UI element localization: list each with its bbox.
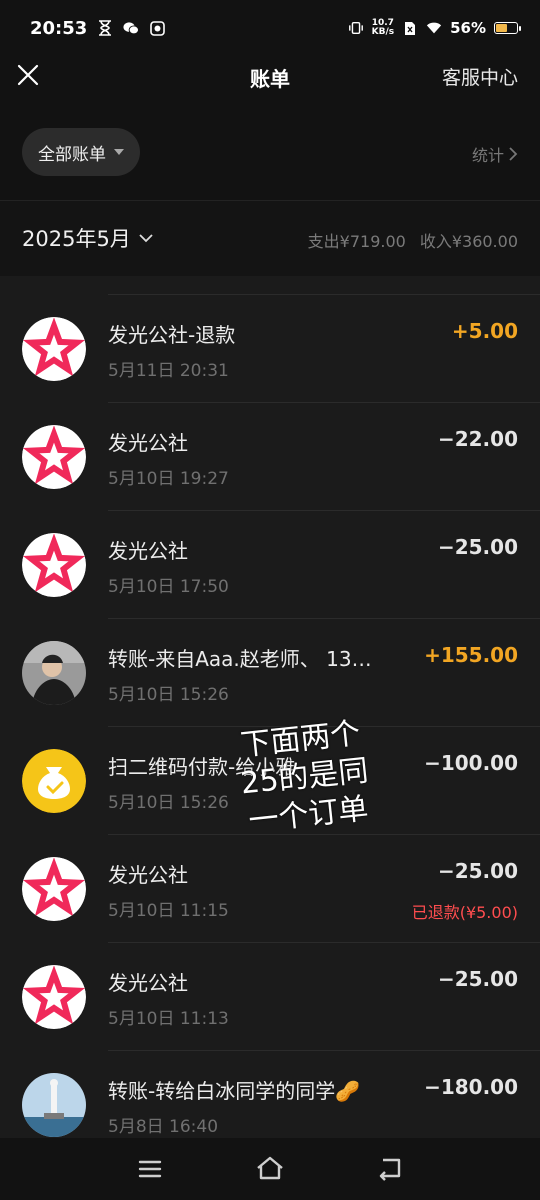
- transaction-title: 发光公社: [108, 431, 188, 455]
- transaction-row[interactable]: 发光公社 5月10日 11:13 −25.00: [0, 943, 540, 1051]
- transaction-time: 5月10日 15:26: [108, 685, 229, 705]
- chevron-right-icon: [509, 147, 518, 161]
- wifi-icon: [426, 20, 442, 36]
- statue-avatar-icon: [22, 1073, 86, 1137]
- star-logo-icon: [22, 533, 86, 597]
- gallery-icon: [149, 20, 165, 36]
- all-bills-dropdown[interactable]: 全部账单: [22, 128, 140, 176]
- money-bag-icon: [22, 749, 86, 813]
- month-label: 2025年5月: [22, 227, 131, 251]
- transaction-amount: −25.00: [437, 535, 518, 559]
- transaction-list[interactable]: 发光公社-退款 5月11日 20:31 +5.00 发光公社 5月10日 19:27 −2…: [0, 276, 540, 1138]
- hourglass-icon: [97, 20, 113, 36]
- transaction-title: 转账-来自Aaa.赵老师、 13…: [108, 647, 372, 671]
- chevron-down-icon: [139, 234, 153, 243]
- transaction-row[interactable]: 发光公社-退款 5月11日 20:31 +5.00: [0, 295, 540, 403]
- stats-link[interactable]: 统计: [472, 142, 518, 166]
- transaction-time: 5月8日 16:40: [108, 1117, 219, 1137]
- filter-bar: 全部账单 统计: [0, 100, 540, 200]
- transaction-amount: −25.00: [437, 967, 518, 991]
- star-logo-icon: [22, 965, 86, 1029]
- transaction-time: 5月10日 15:26: [108, 793, 229, 813]
- transaction-row[interactable]: 发光公社 5月10日 17:50 −25.00: [0, 511, 540, 619]
- star-logo-icon: [22, 317, 86, 381]
- transaction-title: 发光公社-退款: [108, 323, 236, 347]
- refund-note: 已退款(¥5.00): [411, 903, 518, 922]
- network-speed: 10.7 KB/s: [371, 18, 395, 37]
- back-icon[interactable]: [375, 1154, 405, 1184]
- transaction-time: 5月10日 11:13: [108, 1009, 229, 1029]
- transaction-amount: −22.00: [437, 427, 518, 451]
- transaction-amount: −100.00: [424, 751, 518, 775]
- month-selector[interactable]: 2025年5月: [22, 223, 153, 253]
- system-nav-bar: [0, 1138, 540, 1200]
- person-avatar-icon: [22, 641, 86, 705]
- stats-label: 统计: [471, 146, 504, 165]
- battery-percent: 56%: [450, 19, 486, 37]
- header-bar: 账单 客服中心: [0, 56, 540, 100]
- month-summary: 支出¥719.00 收入¥360.00: [308, 228, 518, 252]
- status-bar: 20:53 10.7 KB/s 56%: [0, 0, 540, 56]
- transaction-title: 转账-转给白冰同学的同学🥜: [108, 1079, 361, 1103]
- handwritten-annotation: 下面两个 25的是同 一个订单: [214, 712, 395, 843]
- transaction-amount: −25.00: [437, 859, 518, 883]
- all-bills-label: 全部账单: [38, 144, 106, 165]
- battery-icon: [494, 22, 521, 34]
- income-total: 收入¥360.00: [419, 232, 518, 251]
- home-icon[interactable]: [255, 1154, 285, 1184]
- vibrate-icon: [348, 20, 364, 36]
- transaction-amount: +155.00: [424, 643, 518, 667]
- transaction-row[interactable]: 转账-转给白冰同学的同学🥜 5月8日 16:40 −180.00: [0, 1051, 540, 1138]
- sim-off-icon: [402, 20, 418, 36]
- customer-service-link[interactable]: 客服中心: [442, 63, 518, 90]
- transaction-title: 发光公社: [108, 971, 188, 995]
- star-logo-icon: [22, 857, 86, 921]
- transaction-row[interactable]: 转账-来自Aaa.赵老师、 13… 5月10日 15:26 +155.00: [0, 619, 540, 727]
- transaction-time: 5月10日 11:15: [108, 901, 229, 921]
- status-time: 20:53: [30, 17, 88, 39]
- transaction-title: 发光公社: [108, 863, 188, 887]
- star-logo-icon: [22, 425, 86, 489]
- transaction-time: 5月11日 20:31: [108, 361, 229, 381]
- expense-total: 支出¥719.00: [307, 232, 406, 251]
- transaction-amount: −180.00: [424, 1075, 518, 1099]
- transaction-amount: +5.00: [451, 319, 518, 343]
- menu-icon[interactable]: [135, 1154, 165, 1184]
- transaction-time: 5月10日 17:50: [108, 577, 229, 597]
- transaction-time: 5月10日 19:27: [108, 469, 229, 489]
- month-bar: 2025年5月 支出¥719.00 收入¥360.00: [0, 200, 540, 276]
- transaction-title: 发光公社: [108, 539, 188, 563]
- transaction-row[interactable]: 发光公社 5月10日 19:27 −22.00: [0, 403, 540, 511]
- transaction-row[interactable]: 发光公社 5月10日 11:15 −25.00 已退款(¥5.00): [0, 835, 540, 943]
- wechat-icon: [123, 20, 140, 36]
- caret-down-icon: [114, 149, 124, 155]
